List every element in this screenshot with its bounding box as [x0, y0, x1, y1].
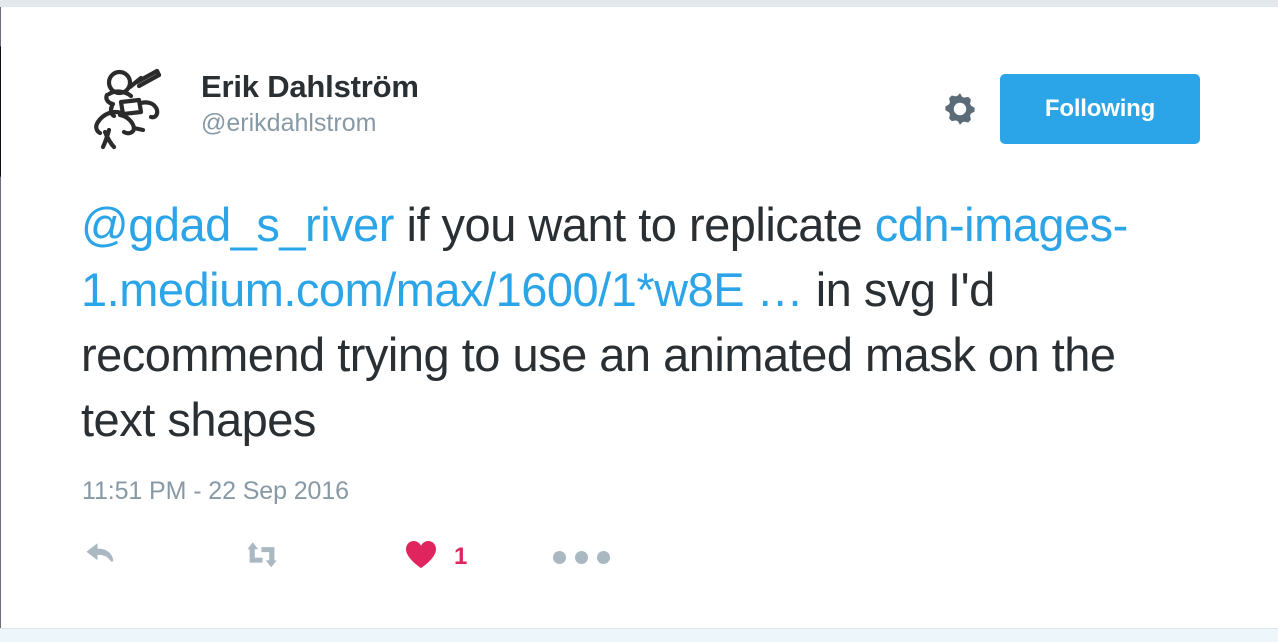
author-display-name[interactable]: Erik Dahlström [201, 68, 419, 106]
more-button[interactable] [553, 532, 610, 582]
tweet-header-actions: Following [941, 74, 1200, 144]
tweet-action-bar: 1 [83, 532, 623, 588]
following-button[interactable]: Following [1000, 74, 1200, 144]
avatar[interactable] [83, 60, 175, 152]
tweet-timestamp: 11:51 PM - 22 Sep 2016 [82, 477, 349, 505]
author-handle[interactable]: @erikdahlstrom [201, 107, 419, 139]
retweet-icon [244, 540, 280, 575]
reply-button[interactable] [83, 532, 133, 582]
retweet-button[interactable] [244, 532, 296, 582]
like-button[interactable]: 1 [404, 532, 467, 582]
like-count: 1 [454, 543, 468, 570]
gear-icon[interactable] [941, 90, 979, 128]
tweet-mention-link[interactable]: @gdad_s_river [81, 198, 394, 251]
author-identity[interactable]: Erik Dahlström @erikdahlstrom [201, 68, 419, 139]
reply-icon [83, 540, 117, 575]
tweet-text: @gdad_s_river if you want to replicate c… [81, 192, 1146, 452]
window-top-band [0, 0, 1278, 7]
tweet-card: Erik Dahlström @erikdahlstrom Following … [1, 7, 1278, 628]
tweet-text-segment: if you want to replicate [393, 198, 875, 251]
window-bottom-band [0, 628, 1278, 642]
more-ellipsis-icon [553, 550, 610, 564]
tweet-header: Erik Dahlström @erikdahlstrom Following [83, 52, 1200, 152]
heart-icon [404, 539, 438, 575]
